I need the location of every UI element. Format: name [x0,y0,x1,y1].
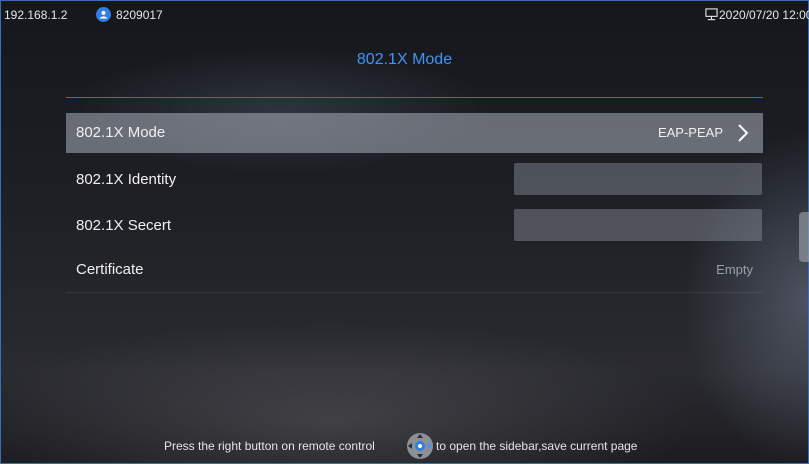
row-label: Certificate [76,261,144,278]
account-number: 8209017 [116,8,163,22]
certificate-value: Empty [716,262,753,277]
date-time: 2020/07/20 12:00 [719,8,809,22]
identity-input[interactable] [514,163,762,195]
sidebar-handle[interactable] [799,212,809,262]
account-icon [96,7,111,22]
row-8021x-mode[interactable]: 802.1X Mode EAP-PEAP [66,113,763,153]
row-label: 802.1X Secert [76,217,172,234]
row-label: 802.1X Identity [76,171,177,188]
row-divider [66,292,763,293]
row-label: 802.1X Mode [76,124,166,141]
row-8021x-identity: 802.1X Identity [66,160,763,200]
secret-input[interactable] [514,209,762,241]
network-icon [705,8,718,21]
mode-value: EAP-PEAP [657,125,723,140]
remote-control-dpad-icon [407,433,433,459]
row-8021x-secret: 802.1X Secert [66,206,763,246]
hint-text-before: Press the right button on remote control [164,439,375,453]
ip-address: 192.168.1.2 [4,8,68,22]
hint-text-after: to open the sidebar,save current page [436,439,638,453]
status-bar: 192.168.1.2 8209017 2020/07/20 12:00 [0,0,809,28]
title-divider [66,97,763,98]
footer-hint: Press the right button on remote control… [0,433,809,459]
row-certificate[interactable]: Certificate Empty [66,250,763,293]
chevron-right-icon [738,124,749,142]
page-title: 802.1X Mode [356,51,453,68]
